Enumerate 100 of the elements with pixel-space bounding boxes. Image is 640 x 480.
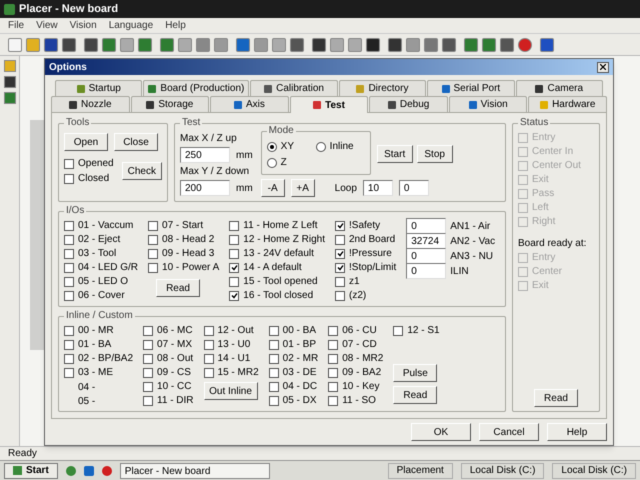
checkbox[interactable]	[335, 262, 345, 272]
checkbox[interactable]	[148, 248, 158, 258]
tab[interactable]: Camera	[516, 80, 603, 96]
checkbox[interactable]	[328, 368, 338, 378]
tray-item[interactable]: Local Disk (C:)	[460, 462, 544, 478]
push-button[interactable]: OK	[411, 423, 471, 441]
checkbox[interactable]	[328, 340, 338, 350]
checkbox[interactable]	[268, 354, 279, 364]
toolbar-icon[interactable]	[540, 38, 554, 52]
input-field[interactable]: 10	[362, 180, 393, 196]
radio-button[interactable]	[316, 142, 326, 152]
tab[interactable]: Startup	[55, 80, 142, 96]
push-button[interactable]: Read	[156, 279, 200, 297]
checkbox[interactable]	[268, 340, 279, 350]
checkbox[interactable]	[335, 220, 345, 230]
checkbox[interactable]	[328, 354, 338, 364]
checkbox[interactable]	[229, 276, 240, 286]
push-button[interactable]: Pulse	[393, 364, 438, 382]
start-button[interactable]: Start	[4, 462, 58, 478]
menu-item[interactable]: Language	[108, 18, 154, 33]
input-field[interactable]: 0	[406, 218, 446, 234]
checkbox[interactable]	[64, 290, 74, 300]
input-field[interactable]: 0	[406, 263, 446, 279]
checkbox[interactable]	[229, 262, 240, 272]
input-field[interactable]: 32724	[406, 233, 446, 249]
checkbox[interactable]	[148, 234, 158, 244]
checkbox[interactable]	[204, 354, 214, 364]
tab[interactable]: Axis	[210, 96, 289, 112]
checkbox[interactable]	[64, 326, 74, 336]
push-button[interactable]: Out Inline	[204, 382, 258, 400]
push-button[interactable]: Read	[393, 386, 438, 404]
checkbox[interactable]	[335, 290, 345, 300]
checkbox[interactable]	[335, 276, 345, 286]
checkbox[interactable]	[268, 396, 279, 406]
checkbox[interactable]	[335, 248, 345, 258]
push-button[interactable]: Stop	[416, 145, 453, 163]
checkbox[interactable]	[393, 326, 404, 336]
taskbar-button[interactable]: Placer - New board	[120, 462, 270, 478]
push-button[interactable]: Close	[114, 133, 158, 151]
tab[interactable]: Directory	[338, 80, 426, 96]
checkbox[interactable]	[64, 340, 74, 350]
checkbox[interactable]	[64, 368, 74, 378]
checkbox[interactable]	[328, 382, 338, 392]
checkbox[interactable]	[143, 396, 154, 406]
checkbox[interactable]	[268, 382, 279, 392]
tab[interactable]: Board (Production)	[143, 80, 250, 96]
checkbox[interactable]	[204, 326, 214, 336]
checkbox[interactable]	[143, 326, 154, 336]
quick-launch-icon[interactable]	[102, 466, 112, 476]
tab[interactable]: Test	[290, 96, 368, 113]
checkbox[interactable]	[64, 262, 74, 272]
push-button[interactable]: Open	[64, 133, 108, 151]
tab[interactable]: Calibration	[250, 80, 338, 96]
checkbox[interactable]	[328, 396, 338, 406]
tray-item[interactable]: Local Disk (C:)	[552, 462, 636, 478]
checkbox[interactable]	[143, 382, 154, 392]
checkbox[interactable]	[64, 276, 74, 286]
toolbar-icon[interactable]	[84, 38, 98, 52]
checkbox[interactable]	[204, 368, 214, 378]
checkbox[interactable]	[268, 368, 279, 378]
menu-item[interactable]: Help	[165, 18, 186, 33]
checkbox[interactable]	[143, 368, 154, 378]
menu-item[interactable]: File	[8, 18, 24, 33]
toolbar-icon[interactable]	[500, 38, 514, 52]
tab[interactable]: Vision	[448, 96, 528, 112]
checkbox[interactable]	[64, 234, 74, 244]
checkbox[interactable]	[229, 248, 240, 258]
input-field[interactable]: 250	[180, 147, 230, 163]
checkbox[interactable]	[148, 262, 158, 272]
tray-item[interactable]: Placement	[388, 462, 453, 478]
input-field[interactable]: 200	[180, 180, 230, 196]
checkbox[interactable]	[229, 234, 240, 244]
tab[interactable]: Hardware	[528, 96, 608, 112]
tab[interactable]: Debug	[369, 96, 448, 112]
input-field[interactable]: 0	[406, 248, 446, 264]
tab[interactable]: Storage	[130, 96, 210, 112]
push-button[interactable]: Cancel	[479, 423, 539, 441]
checkbox[interactable]	[148, 220, 158, 230]
menu-item[interactable]: View	[36, 18, 58, 33]
toolbar-icon[interactable]	[4, 76, 16, 88]
checkbox[interactable]	[229, 220, 240, 230]
toolbar-icon[interactable]	[290, 38, 304, 52]
checkbox[interactable]	[268, 326, 279, 336]
push-button[interactable]: Read	[534, 389, 578, 407]
checkbox[interactable]	[64, 220, 74, 230]
input-field[interactable]: 0	[398, 180, 429, 196]
checkbox[interactable]	[328, 326, 338, 336]
checkbox[interactable]	[143, 354, 154, 364]
push-button[interactable]: Start	[376, 145, 413, 163]
radio-button[interactable]	[266, 142, 277, 152]
toolbar-icon[interactable]	[62, 38, 76, 52]
push-button[interactable]: +A	[290, 179, 315, 197]
push-button[interactable]: -A	[260, 179, 285, 197]
toolbar-icon[interactable]	[312, 38, 326, 52]
toolbar-icon[interactable]	[44, 38, 58, 52]
radio-button[interactable]	[266, 158, 277, 168]
quick-launch-icon[interactable]	[84, 466, 94, 476]
tab[interactable]: Nozzle	[51, 96, 130, 112]
push-button[interactable]: Help	[547, 423, 607, 441]
menu-item[interactable]: Vision	[70, 18, 97, 33]
